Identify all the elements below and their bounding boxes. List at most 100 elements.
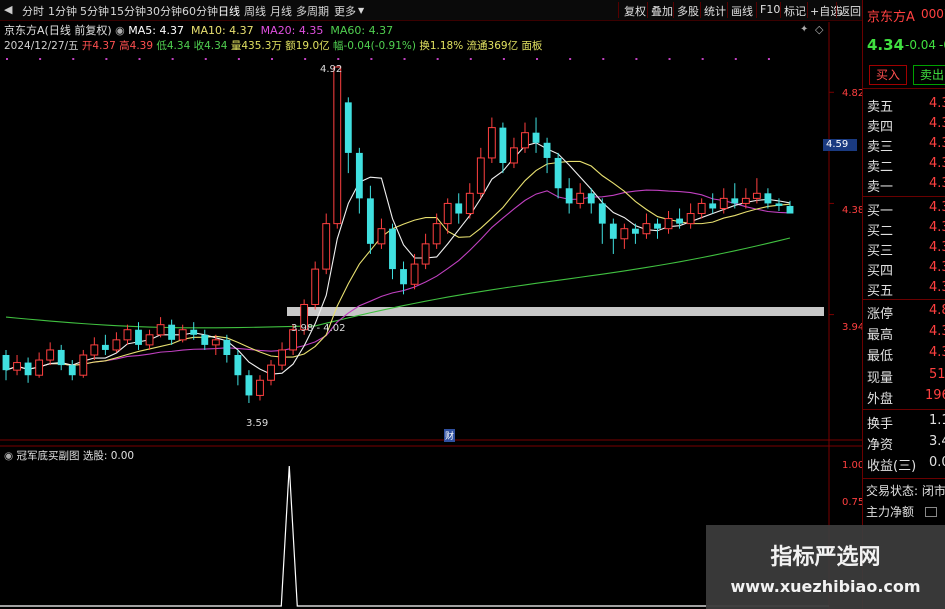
candle (642, 213, 651, 239)
candle (620, 223, 629, 249)
ask-row-1: 卖一4.3 (867, 176, 945, 195)
stat-low: 最低4.3 (867, 345, 945, 364)
stat-net-assets: 净资3.4 (867, 434, 945, 453)
candle (267, 360, 275, 386)
candle (156, 317, 165, 338)
candle (499, 122, 507, 174)
candle (432, 213, 441, 249)
indicator-value: 选股: 0.00 (82, 450, 135, 462)
candle (101, 334, 109, 355)
candle (24, 357, 32, 383)
support-band (287, 307, 824, 316)
stat-limit-up: 涨停4.8 (867, 303, 945, 322)
ask-row-4: 卖四4.3 (867, 116, 945, 135)
buy-button[interactable]: 买入 (869, 65, 907, 85)
candle (2, 349, 10, 381)
quote-panel: 京东方A 0007 4.34 -0.04 -0 买入 卖出 卖五4.3 卖四4.… (862, 0, 945, 609)
candle (245, 370, 253, 403)
candle (719, 188, 728, 214)
candle (377, 218, 386, 249)
candle (576, 183, 585, 209)
watermark: 指标严选网 www.xuezhibiao.com (706, 525, 945, 609)
stat-outer: 外盘196.6 (867, 388, 945, 407)
candle (455, 193, 463, 224)
candle (410, 253, 419, 290)
candle (366, 185, 374, 254)
finance-marker[interactable]: 财 (444, 429, 456, 442)
candle (476, 147, 485, 199)
bid-row-2: 买二4.3 (867, 220, 945, 239)
trade-status: 交易状态: 闭市 (866, 484, 945, 498)
indicator-tick-1: 1.00 (842, 460, 865, 471)
price-tick-highlight: 4.59 (826, 139, 849, 150)
candle (333, 66, 342, 229)
candle (465, 183, 474, 219)
candle (598, 198, 606, 244)
candle (256, 375, 264, 401)
panel-stock-name: 京东方A (867, 10, 915, 25)
panel-change-pct: -0 (939, 38, 945, 52)
panel-stock-code: 0007 (921, 7, 945, 21)
candle (609, 218, 617, 254)
stat-high: 最高4.3 (867, 324, 945, 343)
candle (46, 342, 55, 366)
candle (686, 203, 695, 229)
candle (35, 352, 44, 378)
bid-row-5: 买五4.3 (867, 280, 945, 299)
candle (421, 233, 430, 270)
candle (654, 218, 661, 239)
candle (278, 342, 286, 371)
indicator-tick-2: 0.75 (842, 497, 865, 508)
watermark-url: www.xuezhibiao.com (730, 577, 921, 596)
candle (168, 319, 176, 345)
candle (90, 337, 99, 361)
candle (709, 193, 717, 214)
ask-row-3: 卖三4.3 (867, 136, 945, 155)
bid-row-3: 买三4.3 (867, 240, 945, 259)
candle (68, 360, 76, 381)
price-tick-3.94: 3.94 (842, 322, 865, 333)
panel-price: 4.34 (867, 36, 905, 54)
candle (123, 324, 132, 345)
candlestick-chart[interactable] (0, 0, 862, 609)
flow-toggle-icon[interactable] (925, 507, 937, 517)
candle (543, 137, 551, 174)
bid-row-1: 买一4.3 (867, 200, 945, 219)
candle (79, 349, 88, 378)
high-annotation: 4.92 (320, 64, 343, 75)
candle (389, 223, 396, 280)
ask-row-2: 卖二4.3 (867, 156, 945, 175)
ask-row-5: 卖五4.3 (867, 96, 945, 115)
main-flow-label: 主力净额 (866, 505, 915, 519)
candle (487, 117, 496, 163)
indicator-line (0, 465, 829, 607)
watermark-title: 指标严选网 (770, 545, 881, 570)
candle (322, 213, 331, 275)
indicator-header: ◉ 冠军底买副图 选股: 0.00 (4, 448, 134, 463)
candle (664, 211, 673, 234)
candle (764, 188, 772, 209)
candle (565, 178, 573, 214)
candle (234, 349, 242, 386)
price-tick-4.82: 4.82 (842, 88, 865, 99)
candle (532, 117, 540, 153)
panel-change: -0.04 (905, 38, 937, 52)
candle (344, 97, 352, 174)
sell-button[interactable]: 卖出 (913, 65, 945, 85)
bid-row-4: 买四4.3 (867, 260, 945, 279)
stat-eps: 收益(三)0.09 (867, 455, 945, 474)
price-tick-4.38: 4.38 (842, 205, 865, 216)
candle (554, 152, 562, 199)
stat-current-volume: 现量515 (867, 367, 945, 386)
candle (112, 332, 121, 353)
stat-turnover: 换手1.18 (867, 413, 945, 432)
indicator-settings-icon[interactable]: ◉ (4, 450, 13, 462)
candle (697, 198, 706, 219)
candle (201, 329, 209, 350)
candle (57, 344, 65, 371)
candle (211, 334, 220, 355)
indicator-name[interactable]: 冠军底买副图 (17, 450, 80, 462)
candle (311, 261, 320, 310)
candle (510, 137, 518, 169)
low-annotation: 3.59 (246, 418, 269, 429)
